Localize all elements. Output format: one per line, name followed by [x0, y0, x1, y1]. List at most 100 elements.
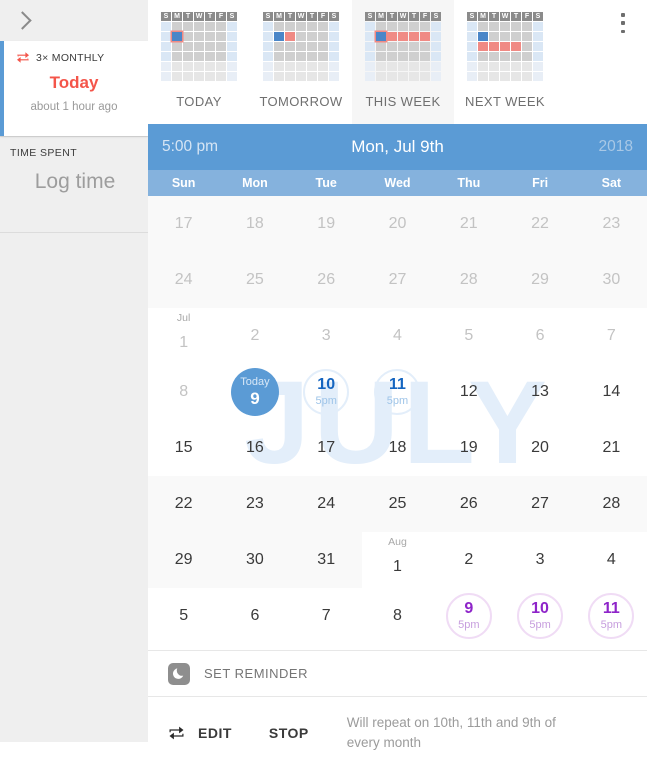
mini-cal-cell — [285, 62, 295, 71]
set-reminder-row[interactable]: SET REMINDER — [148, 650, 647, 696]
task-status-card[interactable]: 3× MONTHLY Today about 1 hour ago — [0, 41, 148, 136]
dow-mon: Mon — [242, 176, 268, 190]
calendar-day-cell[interactable]: 25 — [362, 476, 433, 532]
calendar-day-cell[interactable]: 24 — [148, 252, 219, 308]
snoozed-day-marker[interactable]: 11 5pm — [588, 593, 635, 639]
calendar-day-cell[interactable]: 3 — [504, 532, 575, 588]
mini-cal-cell — [161, 32, 171, 41]
calendar-day-cell[interactable]: 26 — [433, 476, 504, 532]
calendar-title: Mon, Jul 9th — [351, 137, 444, 156]
mini-dow: T — [285, 12, 295, 21]
calendar-day-cell[interactable]: 13 — [504, 364, 575, 420]
calendar-day-cell[interactable]: 30 — [576, 252, 647, 308]
calendar-day-cell[interactable]: 30 — [219, 532, 290, 588]
calendar-day-cell[interactable]: 7 — [291, 588, 362, 644]
calendar-day-cell[interactable]: 5 — [433, 308, 504, 364]
calendar-day-cell[interactable]: 24 — [291, 476, 362, 532]
snoozed-day-marker[interactable]: 10 5pm — [517, 593, 564, 639]
calendar-day-cell[interactable]: 27 — [362, 252, 433, 308]
quick-pick-label: TOMORROW — [259, 94, 343, 109]
mini-cal-cell — [376, 72, 386, 81]
calendar-day-cell[interactable]: 6 — [219, 588, 290, 644]
mini-cal-cell — [263, 32, 273, 41]
calendar-day-cell[interactable]: 11 5pm — [576, 588, 647, 644]
calendar-day-cell[interactable]: 14 — [576, 364, 647, 420]
calendar-day-cell[interactable]: 2 — [219, 308, 290, 364]
quick-pick-today[interactable]: SMTWTFS TODAY — [148, 0, 250, 124]
calendar-day-cell[interactable]: Today 9 — [219, 364, 290, 420]
calendar-day-cell[interactable]: 20 — [504, 420, 575, 476]
mini-cal-cell — [511, 52, 521, 61]
calendar-day-cell[interactable]: 17 — [148, 196, 219, 252]
calendar-day-cell[interactable]: 12 — [433, 364, 504, 420]
time-spent-section[interactable]: TIME SPENT Log time — [0, 137, 148, 232]
calendar-day-cell[interactable]: 19 — [433, 420, 504, 476]
calendar-day-cell[interactable]: 8 — [362, 588, 433, 644]
kebab-menu-icon[interactable] — [614, 10, 632, 36]
calendar-day-cell[interactable]: 17 — [291, 420, 362, 476]
calendar-year[interactable]: 2018 — [599, 138, 633, 156]
calendar-day-cell[interactable]: 7 — [576, 308, 647, 364]
calendar-day-cell[interactable]: 18 — [219, 196, 290, 252]
calendar-day-cell[interactable]: 23 — [576, 196, 647, 252]
day-number: 1 — [179, 334, 189, 351]
log-time-button[interactable]: Log time — [10, 170, 148, 194]
calendar-day-cell[interactable]: 10 5pm — [504, 588, 575, 644]
today-marker[interactable]: Today 9 — [230, 368, 279, 416]
day-number: 17 — [317, 439, 336, 456]
quick-pick-this-week[interactable]: SMTWTFS THIS WEEK — [352, 0, 454, 124]
mini-cal-cell — [489, 52, 499, 61]
calendar-day-cell[interactable]: Jul 1 — [148, 308, 219, 364]
quick-pick-next-week[interactable]: SMTWTFS NEXT WEEK — [454, 0, 556, 124]
mini-cal-cell — [172, 22, 182, 31]
calendar-day-cell[interactable]: 10 5pm — [291, 364, 362, 420]
calendar-day-cell[interactable]: 15 — [148, 420, 219, 476]
calendar-day-cell[interactable]: 29 — [504, 252, 575, 308]
calendar-day-cell[interactable]: 21 — [433, 196, 504, 252]
calendar-day-cell[interactable]: 9 5pm — [433, 588, 504, 644]
calendar-day-cell[interactable]: 28 — [433, 252, 504, 308]
chevron-right-icon[interactable] — [13, 11, 32, 30]
calendar-day-cell[interactable]: 22 — [148, 476, 219, 532]
calendar-day-cell[interactable]: 2 — [433, 532, 504, 588]
mini-cal-cell — [478, 72, 488, 81]
calendar-day-cell[interactable]: 25 — [219, 252, 290, 308]
calendar-day-cell[interactable]: 16 — [219, 420, 290, 476]
calendar-day-cell[interactable]: 31 — [291, 532, 362, 588]
calendar-day-cell[interactable]: 4 — [576, 532, 647, 588]
calendar-day-cell[interactable]: 11 5pm — [362, 364, 433, 420]
day-number: 14 — [602, 383, 621, 400]
calendar-day-cell[interactable]: 27 — [504, 476, 575, 532]
calendar-day-cell[interactable]: 26 — [291, 252, 362, 308]
quick-pick-label: NEXT WEEK — [465, 94, 545, 109]
moon-icon[interactable] — [168, 662, 190, 685]
calendar-day-cell[interactable]: 22 — [504, 196, 575, 252]
todo-day-marker[interactable]: 10 5pm — [303, 369, 350, 415]
calendar-day-cell[interactable]: 6 — [504, 308, 575, 364]
calendar-day-cell[interactable]: 4 — [362, 308, 433, 364]
edit-button[interactable]: EDIT — [198, 725, 232, 741]
calendar-day-cell[interactable]: 18 — [362, 420, 433, 476]
quick-pick-label: TODAY — [176, 94, 222, 109]
calendar-day-cell[interactable]: Aug 1 — [362, 532, 433, 588]
calendar-day-cell[interactable]: 8 — [148, 364, 219, 420]
calendar-day-cell[interactable]: 20 — [362, 196, 433, 252]
calendar-day-cell[interactable]: 19 — [291, 196, 362, 252]
calendar-day-cell[interactable]: 28 — [576, 476, 647, 532]
snoozed-day-marker[interactable]: 9 5pm — [445, 593, 492, 639]
calendar-day-cell[interactable]: 5 — [148, 588, 219, 644]
quick-pick-tomorrow[interactable]: SMTWTFS TOMORROW — [250, 0, 352, 124]
day-number: 17 — [174, 215, 193, 232]
todo-day-marker[interactable]: 11 5pm — [374, 369, 421, 415]
stop-button[interactable]: STOP — [269, 725, 309, 741]
mini-cal-cell — [467, 52, 477, 61]
calendar-day-cell[interactable]: 29 — [148, 532, 219, 588]
calendar-day-cell[interactable]: 21 — [576, 420, 647, 476]
mini-cal-cell — [285, 42, 295, 51]
calendar-day-cell[interactable]: 3 — [291, 308, 362, 364]
mini-cal-cell — [398, 72, 408, 81]
day-number: 6 — [250, 607, 260, 624]
mini-cal-cell — [467, 22, 477, 31]
sidebar-expand-bar[interactable] — [0, 0, 148, 41]
calendar-day-cell[interactable]: 23 — [219, 476, 290, 532]
